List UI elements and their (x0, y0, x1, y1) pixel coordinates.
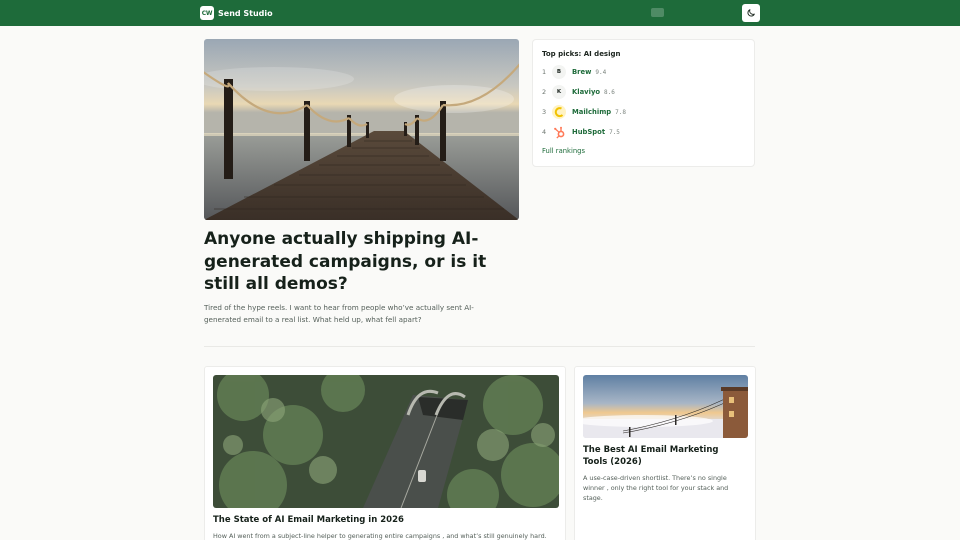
pick-rank: 2 (542, 88, 547, 96)
pick-score: 7.5 (609, 128, 620, 136)
top-picks-card: Top picks: AI design 1 B Brew 9.4 2 K Kl… (532, 39, 755, 167)
header-chip[interactable] (651, 8, 664, 17)
article-description: How AI went from a subject-line helper t… (213, 532, 547, 540)
pick-score: 7.8 (615, 108, 626, 116)
pick-rank: 4 (542, 128, 547, 136)
hubspot-logo-icon (552, 125, 566, 139)
article-card[interactable]: The State of AI Email Marketing in 2026 … (204, 366, 566, 540)
klaviyo-logo-icon: K (552, 85, 566, 99)
theme-toggle-button[interactable] (742, 4, 760, 22)
pick-item[interactable]: 4 HubSpot 7.5 (542, 125, 620, 139)
pier-photo (204, 39, 519, 220)
hero-description: Tired of the hype reels. I want to hear … (204, 303, 474, 324)
site-name: Send Studio (218, 8, 273, 18)
article-title[interactable]: The Best AI Email Marketing Tools (2026) (583, 444, 743, 468)
article-title[interactable]: The State of AI Email Marketing in 2026 (213, 514, 553, 526)
article-image[interactable] (213, 375, 559, 508)
article-description: A use-case-driven shortlist. There’s no … (583, 474, 729, 502)
pick-item[interactable]: 1 B Brew 9.4 (542, 65, 606, 79)
pick-rank: 1 (542, 68, 547, 76)
brand-logo: CW (200, 6, 214, 20)
full-rankings-link[interactable]: Full rankings (542, 147, 585, 155)
hero-image[interactable] (204, 39, 519, 220)
section-divider (204, 346, 755, 347)
brand-link[interactable]: CW Send Studio (200, 5, 273, 21)
pick-item[interactable]: 2 K Klaviyo 8.6 (542, 85, 615, 99)
moon-icon (747, 9, 755, 17)
pick-item[interactable]: 3 Mailchimp 7.8 (542, 105, 626, 119)
pick-score: 9.4 (595, 68, 607, 76)
article-card[interactable]: The Best AI Email Marketing Tools (2026)… (574, 366, 756, 540)
pick-score: 8.6 (604, 88, 615, 96)
pick-name[interactable]: HubSpot (572, 128, 605, 136)
mailchimp-logo-icon (552, 105, 566, 119)
pick-name[interactable]: Klaviyo (572, 88, 600, 96)
article-image[interactable] (583, 375, 748, 438)
mountain-lift-photo (583, 375, 748, 438)
forest-tunnel-photo (213, 375, 559, 508)
top-picks-title: Top picks: AI design (542, 50, 621, 58)
pick-rank: 3 (542, 108, 547, 116)
pick-name[interactable]: Brew (572, 68, 591, 76)
pick-name[interactable]: Mailchimp (572, 108, 611, 116)
brew-logo-icon: B (552, 65, 566, 79)
hero-title[interactable]: Anyone actually shipping AI-generated ca… (204, 228, 524, 296)
site-header: CW Send Studio (0, 0, 960, 26)
